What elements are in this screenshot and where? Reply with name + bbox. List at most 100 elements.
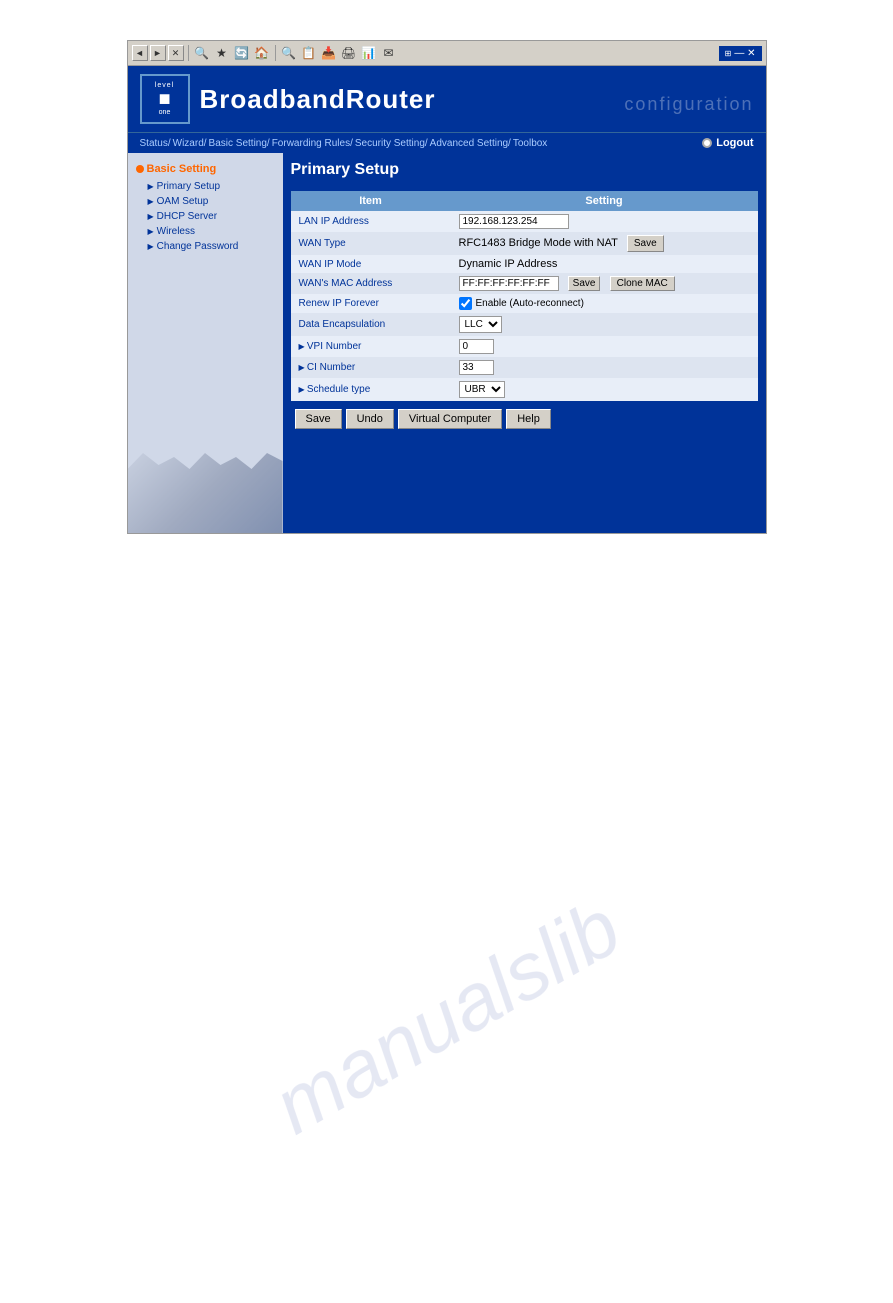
renew-ip-checkbox[interactable]	[459, 297, 472, 310]
back-button[interactable]: ◄	[132, 45, 148, 61]
sidebar-arrow-3: ▶	[148, 212, 154, 221]
chart-icon[interactable]: 📊	[360, 44, 378, 62]
sidebar-label-wireless: Wireless	[157, 226, 195, 237]
sidebar-item-oam-setup[interactable]: ▶ OAM Setup	[136, 194, 275, 209]
row-label-ci: ▶ CI Number	[291, 357, 451, 378]
row-value-wan-mac: Save Clone MAC	[451, 273, 758, 294]
toolbar-separator2	[275, 45, 276, 61]
settings-table: Item Setting LAN IP Address	[291, 191, 758, 401]
row-label-wan-ip-mode: WAN IP Mode	[291, 255, 451, 273]
logo-box: level ■ one	[140, 74, 190, 124]
sidebar-arrow-5: ▶	[148, 242, 154, 251]
row-label-vpi: ▶ VPI Number	[291, 336, 451, 357]
row-label-lan-ip: LAN IP Address	[291, 211, 451, 232]
nav-security-setting[interactable]: Security Setting/	[355, 138, 428, 149]
browser-frame: ◄ ► ✕ 🔍 ★ 🔄 🏠 🔍 📋 📥 🖨 📊 ✉ ⊞ — ✕ level ■ …	[127, 40, 767, 534]
sidebar-section: Basic Setting ▶ Primary Setup ▶ OAM Setu…	[128, 159, 283, 258]
renew-ip-label: Enable (Auto-reconnect)	[476, 298, 584, 309]
nav-wizard[interactable]: Wizard/	[173, 138, 207, 149]
sidebar-item-change-password[interactable]: ▶ Change Password	[136, 239, 275, 254]
sidebar-label-oam-setup: OAM Setup	[157, 196, 209, 207]
nav-links: Status/ Wizard/ Basic Setting/ Forwardin…	[140, 138, 548, 149]
logout-area: Logout	[702, 137, 753, 149]
table-row: WAN Type RFC1483 Bridge Mode with NAT Sa…	[291, 232, 758, 255]
nav-status[interactable]: Status/	[140, 138, 171, 149]
clone-mac-button[interactable]: Clone MAC	[610, 276, 675, 291]
save-mac-button[interactable]: Save	[568, 276, 601, 291]
sidebar-item-primary-setup[interactable]: ▶ Primary Setup	[136, 179, 275, 194]
wan-ip-mode-text: Dynamic IP Address	[459, 258, 558, 270]
save-button[interactable]: Save	[295, 409, 342, 429]
sidebar-label-dhcp-server: DHCP Server	[157, 211, 217, 222]
print-icon[interactable]: 🖨	[340, 44, 358, 62]
toolbar-separator	[188, 45, 189, 61]
taskbar-indicator: ⊞ — ✕	[719, 46, 762, 61]
forward-button[interactable]: ►	[150, 45, 166, 61]
nav-basic-setting[interactable]: Basic Setting/	[209, 138, 270, 149]
undo-button[interactable]: Undo	[346, 409, 394, 429]
table-row: WAN's MAC Address Save Clone MAC	[291, 273, 758, 294]
browser-toolbar: ◄ ► ✕ 🔍 ★ 🔄 🏠 🔍 📋 📥 🖨 📊 ✉ ⊞ — ✕	[128, 41, 766, 66]
change-wan-type-button[interactable]: Save	[627, 235, 664, 252]
col-header-setting: Setting	[451, 191, 758, 211]
logout-radio	[702, 138, 712, 148]
nav-bar: Status/ Wizard/ Basic Setting/ Forwardin…	[128, 132, 766, 153]
row-value-wan-type: RFC1483 Bridge Mode with NAT Save	[451, 232, 758, 255]
lan-ip-input[interactable]	[459, 214, 569, 229]
nav-forwarding-rules[interactable]: Forwarding Rules/	[272, 138, 353, 149]
nav-advanced-setting[interactable]: Advanced Setting/	[430, 138, 511, 149]
logo-icon: ■	[158, 89, 170, 109]
table-row: Data Encapsulation LLC VC	[291, 313, 758, 336]
download-icon[interactable]: 📥	[320, 44, 338, 62]
virtual-computer-button[interactable]: Virtual Computer	[398, 409, 502, 429]
router-subtitle: configuration	[624, 94, 753, 115]
sidebar-decoration	[128, 453, 283, 533]
vpi-input[interactable]	[459, 339, 494, 354]
table-row: WAN IP Mode Dynamic IP Address	[291, 255, 758, 273]
home-icon[interactable]: 🏠	[253, 44, 271, 62]
help-button[interactable]: Help	[506, 409, 551, 429]
sidebar-item-wireless[interactable]: ▶ Wireless	[136, 224, 275, 239]
main-content: Basic Setting ▶ Primary Setup ▶ OAM Setu…	[128, 153, 766, 533]
stop-button[interactable]: ✕	[168, 45, 184, 61]
nav-toolbox[interactable]: Toolbox	[513, 138, 547, 149]
table-row: ▶ CI Number	[291, 357, 758, 378]
sidebar-section-title: Basic Setting	[136, 163, 275, 175]
logo-one-text: one	[159, 109, 171, 116]
folder-icon[interactable]: 📋	[300, 44, 318, 62]
row-value-renew-ip: Enable (Auto-reconnect)	[451, 294, 758, 313]
sidebar-arrow-1: ▶	[148, 182, 154, 191]
sidebar-label-primary-setup: Primary Setup	[157, 181, 220, 192]
mail-icon[interactable]: ✉	[380, 44, 398, 62]
table-row: ▶ VPI Number	[291, 336, 758, 357]
refresh-icon[interactable]: 🔄	[233, 44, 251, 62]
row-label-renew-ip: Renew IP Forever	[291, 294, 451, 313]
router-ui: level ■ one BroadbandRouter configuratio…	[128, 66, 766, 533]
logout-label[interactable]: Logout	[716, 137, 753, 149]
ci-input[interactable]	[459, 360, 494, 375]
search-icon[interactable]: 🔍	[193, 44, 211, 62]
encapsulation-select[interactable]: LLC VC	[459, 316, 502, 333]
schedule-type-select[interactable]: UBR CBR VBR	[459, 381, 505, 398]
sidebar-bullet	[136, 165, 144, 173]
table-row: ▶ Schedule type UBR CBR VBR	[291, 378, 758, 401]
row-value-encapsulation: LLC VC	[451, 313, 758, 336]
watermark-text: manualslib	[258, 882, 635, 1153]
wan-mac-input[interactable]	[459, 276, 559, 291]
renew-ip-checkbox-area: Enable (Auto-reconnect)	[459, 297, 750, 310]
search2-icon[interactable]: 🔍	[280, 44, 298, 62]
table-row: Renew IP Forever Enable (Auto-reconnect)	[291, 294, 758, 313]
sidebar-arrow-2: ▶	[148, 197, 154, 206]
table-row: LAN IP Address	[291, 211, 758, 232]
favorites-icon[interactable]: ★	[213, 44, 231, 62]
sidebar-item-dhcp-server[interactable]: ▶ DHCP Server	[136, 209, 275, 224]
col-header-item: Item	[291, 191, 451, 211]
row-label-wan-mac: WAN's MAC Address	[291, 273, 451, 294]
row-value-lan-ip	[451, 211, 758, 232]
row-label-wan-type: WAN Type	[291, 232, 451, 255]
row-value-ci	[451, 357, 758, 378]
router-header: level ■ one BroadbandRouter configuratio…	[128, 66, 766, 132]
content-title: Primary Setup	[291, 161, 758, 183]
sidebar-label-change-password: Change Password	[157, 241, 239, 252]
content-panel: Primary Setup Item Setting LAN IP Addres…	[283, 153, 766, 533]
